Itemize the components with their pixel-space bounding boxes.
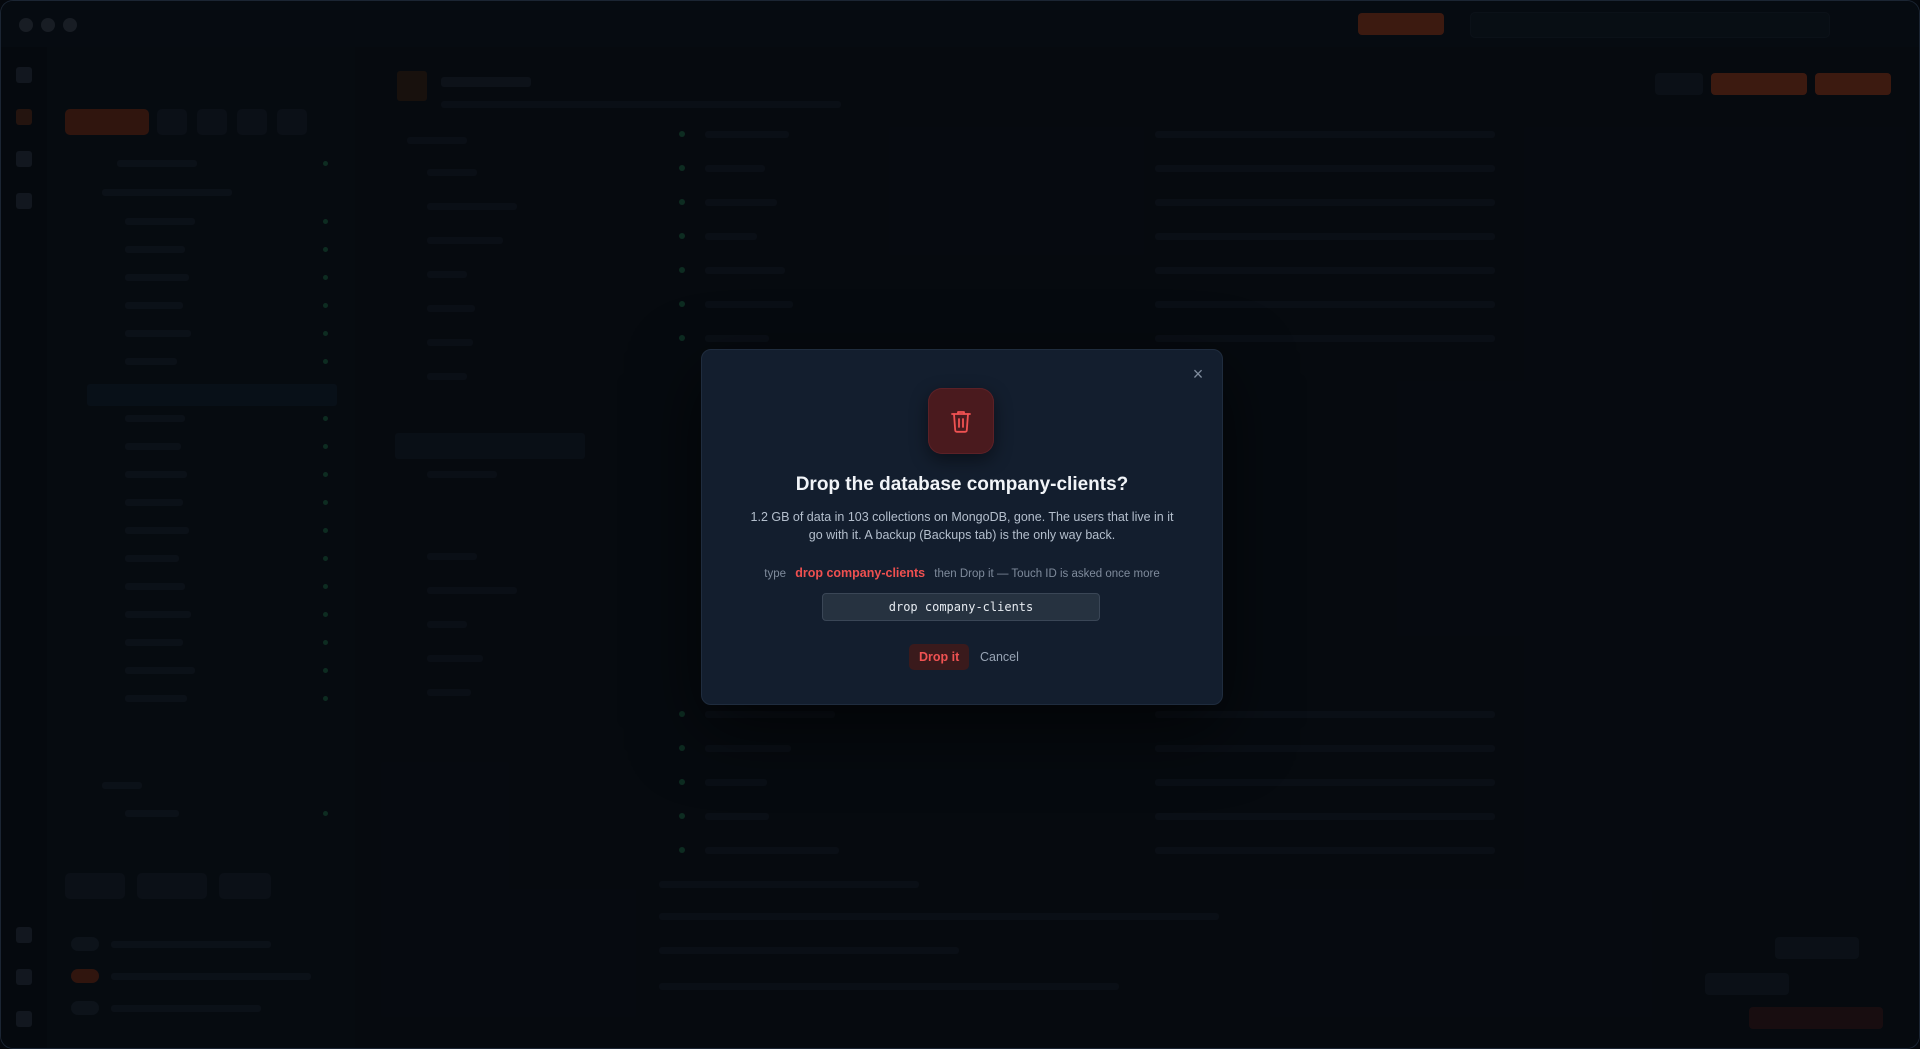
- confirm-suffix: then Drop it — Touch ID is asked once mo…: [934, 568, 1160, 580]
- confirm-phrase: drop company-clients: [795, 566, 926, 580]
- confirm-phrase-input[interactable]: [822, 593, 1100, 621]
- cancel-button[interactable]: Cancel: [976, 644, 1023, 670]
- app-window: × Drop the database company-clients? 1.2…: [1, 1, 1919, 1048]
- trash-icon: [928, 388, 994, 454]
- confirm-prefix: type: [764, 568, 786, 580]
- drop-database-dialog: × Drop the database company-clients? 1.2…: [701, 349, 1223, 705]
- dialog-description: 1.2 GB of data in 103 collections on Mon…: [750, 510, 1174, 542]
- confirm-instructions: type drop company-clients then Drop it —…: [702, 566, 1222, 580]
- drop-it-button[interactable]: Drop it: [909, 644, 970, 670]
- close-icon[interactable]: ×: [1186, 362, 1210, 386]
- dialog-title: Drop the database company-clients?: [795, 474, 1129, 495]
